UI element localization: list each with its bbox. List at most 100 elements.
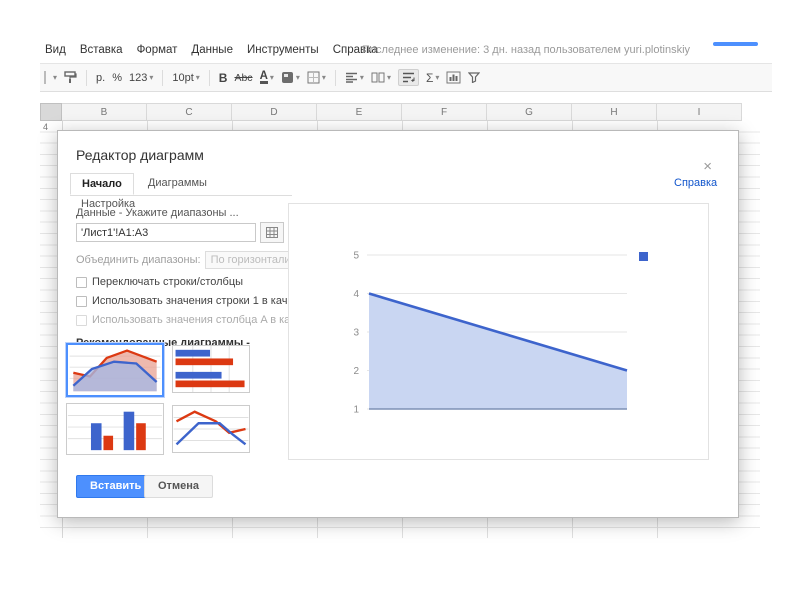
checkbox-row-switch: Переключать строки/столбцы (76, 276, 290, 288)
checkbox-row-colA-labels: Использовать значения столбца A в качест… (76, 314, 290, 326)
filter-icon (468, 72, 481, 83)
checkbox[interactable] (76, 276, 87, 288)
left-panel: Данные - Укажите диапазоны ... Объединит… (76, 207, 290, 365)
sigma-label: Σ (425, 70, 434, 85)
paint-format-icon (64, 71, 77, 83)
chart-icon (446, 71, 461, 84)
align-button[interactable]: ▾ (345, 72, 364, 83)
paint-format-button[interactable] (64, 71, 77, 84)
tab-charts[interactable]: Диаграммы (137, 173, 218, 193)
divider (86, 69, 88, 86)
help-link[interactable]: Справка (674, 177, 717, 189)
checkbox-row-row1-labels: Использовать значения строки 1 в качеств… (76, 295, 290, 307)
strikethrough-button[interactable]: Abc (234, 72, 252, 84)
sheet-grid-right[interactable] (742, 121, 760, 538)
wrap-icon (402, 72, 415, 83)
column-header-d[interactable]: D (232, 103, 317, 121)
font-size-button[interactable]: 10pt ▾ (172, 72, 199, 84)
thumbnail-area-chart[interactable] (66, 343, 164, 397)
grid-icon (266, 227, 278, 238)
menu-bar: Вид Вставка Формат Данные Инструменты Сп… (45, 44, 378, 56)
functions-button[interactable]: Σ ▾ (426, 71, 439, 85)
insert-chart-button[interactable] (446, 71, 461, 84)
merge-cells-button[interactable]: ▾ (371, 72, 391, 83)
chevron-down-icon: ▾ (321, 72, 326, 82)
combine-select: По горизонтали ▾ (204, 251, 290, 269)
text-color-button[interactable]: A ▾ (259, 70, 274, 84)
font-size-label: 10pt (172, 71, 194, 84)
combine-row: Объединить диапазоны: По горизонтали ▾ (76, 251, 290, 269)
column-header-e[interactable]: E (317, 103, 402, 121)
column-header-i[interactable]: I (657, 103, 742, 121)
svg-text:2: 2 (353, 366, 359, 377)
tab-start[interactable]: Начало (70, 173, 134, 195)
percent-format-button[interactable]: % (112, 72, 122, 84)
last-edit-status[interactable]: Последнее изменение: 3 дн. назад пользов… (362, 44, 690, 56)
chart-editor-dialog: × Редактор диаграмм Справка Начало Диагр… (57, 130, 739, 518)
thumbnail-column-chart[interactable] (66, 403, 164, 455)
borders-button[interactable]: ▾ (307, 71, 326, 84)
text-wrap-button[interactable] (397, 69, 419, 86)
checkbox-label: Использовать значения строки 1 в качеств… (92, 295, 290, 307)
combine-label: Объединить диапазоны: (76, 254, 201, 266)
checkbox (76, 314, 87, 326)
checkbox-label: Переключать строки/столбцы (92, 276, 244, 288)
column-header-b[interactable]: B (62, 103, 147, 121)
data-ranges-label: Данные - Укажите диапазоны ... (76, 207, 239, 219)
chevron-down-icon: ▾ (359, 72, 364, 82)
svg-text:5: 5 (353, 251, 359, 262)
svg-text:3: 3 (353, 328, 359, 339)
column-chart-icon (67, 411, 163, 451)
chevron-down-icon: ▾ (149, 72, 154, 82)
fill-color-button[interactable]: ▾ (281, 71, 300, 84)
select-range-button[interactable] (260, 222, 284, 243)
chevron-down-icon: ▾ (195, 72, 200, 82)
tab-strip: Начало Диаграммы Настройка (70, 173, 292, 210)
column-header-c[interactable]: C (147, 103, 232, 121)
cancel-button[interactable]: Отмена (144, 475, 213, 498)
align-icon (345, 72, 357, 83)
checkbox-label: Использовать значения столбца A в качест… (92, 314, 290, 326)
thumbnail-line-chart[interactable] (172, 405, 250, 453)
cutoff-control-fragment (44, 71, 46, 84)
menu-insert[interactable]: Вставка (80, 44, 123, 56)
combine-value: По горизонтали (210, 254, 290, 266)
divider (208, 69, 210, 86)
chevron-down-icon: ▾ (269, 72, 274, 82)
fill-color-icon (281, 72, 293, 83)
currency-format-button[interactable]: р. (96, 72, 105, 84)
number-format-label: 123 (128, 71, 148, 84)
preview-chart: 1 2 3 4 5 (353, 251, 648, 416)
text-color-label: A (259, 70, 268, 84)
column-header-f[interactable]: F (402, 103, 487, 121)
menu-view[interactable]: Вид (45, 44, 66, 56)
chevron-down-icon: ▾ (386, 72, 391, 82)
share-button-fragment[interactable] (713, 42, 758, 46)
menu-tools[interactable]: Инструменты (247, 44, 319, 56)
bold-button[interactable]: B (219, 71, 228, 85)
divider (334, 69, 336, 86)
close-icon[interactable]: × (703, 159, 712, 174)
line-chart-icon (173, 410, 249, 446)
row-number: 4 (43, 122, 49, 132)
range-row (76, 222, 290, 243)
bar-chart-icon (175, 346, 245, 392)
column-header-g[interactable]: G (487, 103, 572, 121)
number-format-button[interactable]: 123 ▾ (129, 72, 153, 84)
column-header-h[interactable]: H (572, 103, 657, 121)
chevron-down-icon: ▾ (295, 72, 300, 82)
filter-button[interactable] (468, 72, 481, 83)
svg-text:4: 4 (353, 289, 359, 300)
chevron-down-icon: ▾ (435, 72, 440, 82)
chart-preview-panel: 1 2 3 4 5 (288, 203, 709, 460)
borders-icon (307, 71, 320, 84)
svg-text:1: 1 (353, 405, 359, 416)
thumbnail-bar-chart[interactable] (172, 345, 250, 393)
range-input[interactable] (76, 223, 256, 242)
checkbox[interactable] (76, 295, 87, 307)
menu-format[interactable]: Формат (137, 44, 178, 56)
select-all-corner[interactable] (40, 103, 62, 121)
menu-data[interactable]: Данные (191, 44, 233, 56)
area-chart-icon (69, 349, 161, 392)
chevron-down-icon[interactable]: ▾ (53, 73, 57, 82)
